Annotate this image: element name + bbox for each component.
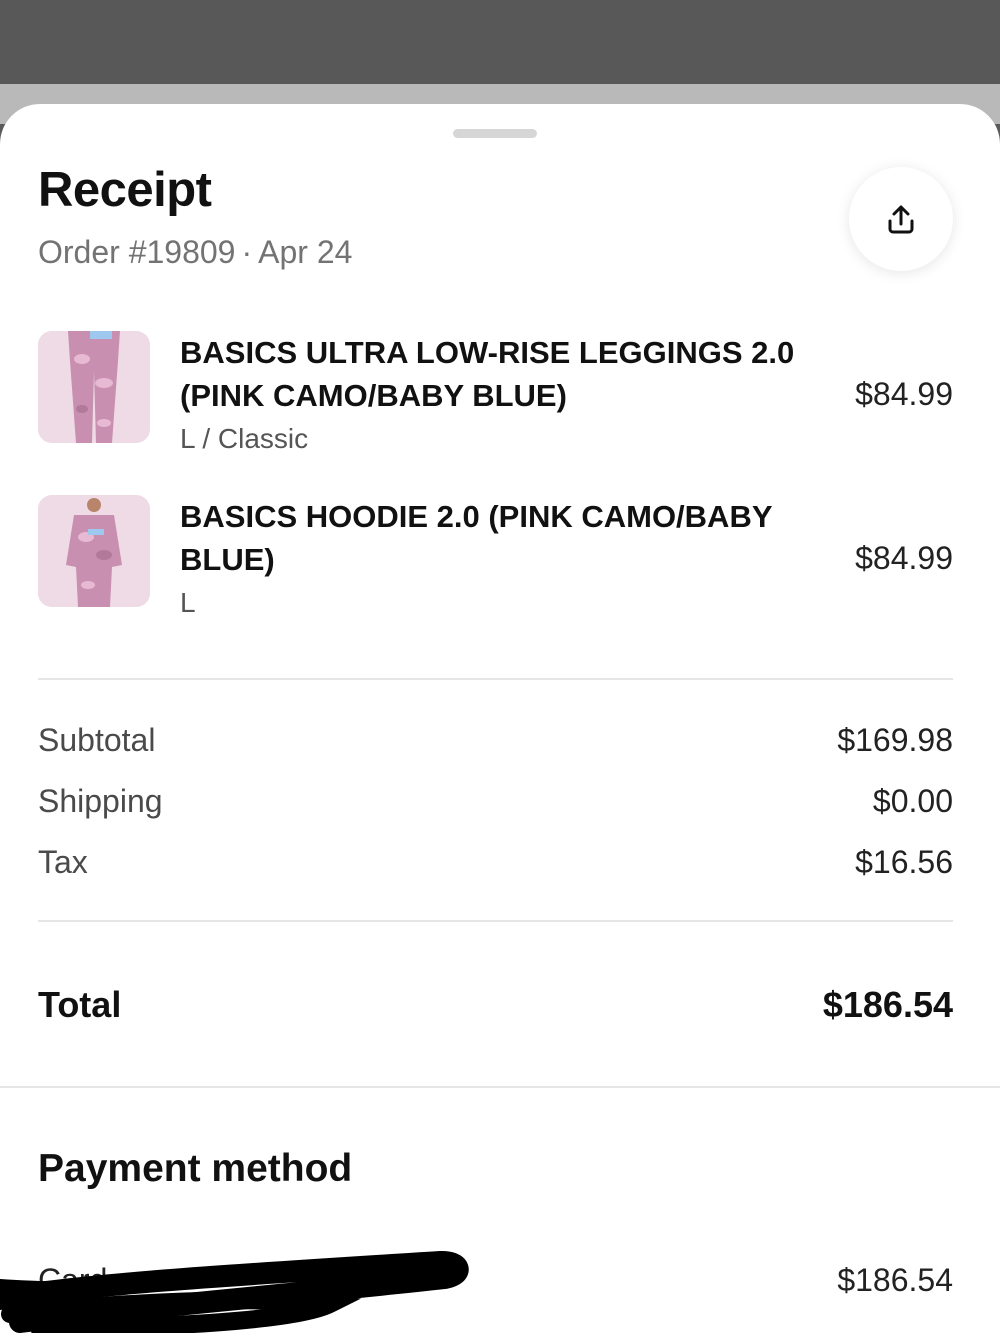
receipt-sheet: Receipt Order #19809 · Apr 24 BASICS ULTRA… (0, 104, 1000, 1333)
order-number: Order #19809 (38, 234, 236, 270)
total-label: Total (38, 984, 122, 1025)
item-name: BASICS ULTRA LOW-RISE LEGGINGS 2.0 (PINK… (180, 335, 795, 413)
sheet-grabber-handle[interactable] (453, 129, 537, 138)
shipping-value: $0.00 (872, 783, 953, 819)
meta-separator: · (241, 234, 253, 270)
total-value: $186.54 (822, 984, 953, 1025)
item-variant: L (180, 587, 196, 618)
order-meta: Order #19809 · Apr 24 (38, 234, 352, 271)
share-upload-icon (888, 205, 914, 234)
card-amount: $186.54 (837, 1262, 953, 1298)
tax-label: Tax (38, 844, 88, 880)
section-divider (38, 678, 953, 680)
background-overlay (0, 0, 1000, 84)
line-item[interactable]: BASICS HOODIE 2.0 (PINK CAMO/BABY BLUE) … (38, 495, 953, 618)
redaction-scribble (0, 1251, 469, 1333)
share-button[interactable] (849, 167, 953, 271)
subtotal-value: $169.98 (837, 722, 953, 758)
item-price: $84.99 (855, 376, 953, 412)
subtotal-label: Subtotal (38, 722, 156, 758)
item-price: $84.99 (855, 540, 953, 576)
item-variant: L / Classic (180, 423, 309, 454)
order-date: Apr 24 (258, 234, 353, 270)
payment-method-heading: Payment method (38, 1147, 353, 1190)
item-thumbnail (38, 331, 150, 443)
section-divider (0, 1086, 1000, 1088)
shipping-label: Shipping (38, 783, 163, 819)
section-divider (38, 920, 953, 922)
tax-value: $16.56 (855, 844, 953, 880)
page-title: Receipt (38, 163, 212, 217)
item-thumbnail (38, 495, 150, 607)
item-name: BASICS HOODIE 2.0 (PINK CAMO/BABY BLUE) (180, 499, 772, 577)
line-item[interactable]: BASICS ULTRA LOW-RISE LEGGINGS 2.0 (PINK… (38, 331, 953, 454)
